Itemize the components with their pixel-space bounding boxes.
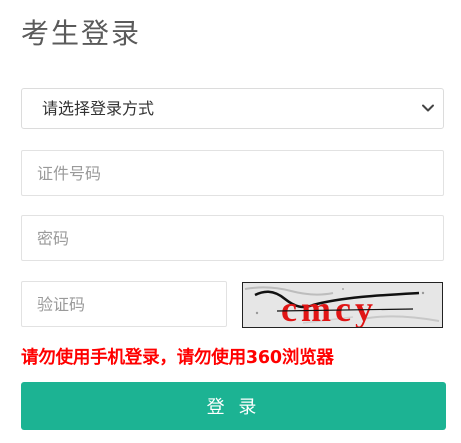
id-number-input[interactable] xyxy=(22,151,443,195)
id-number-field-container xyxy=(21,150,444,196)
captcha-field-container xyxy=(21,281,227,327)
page-title: 考生登录 xyxy=(21,17,142,50)
login-method-select[interactable]: 请选择登录方式 xyxy=(21,88,444,129)
login-button[interactable]: 登 录 xyxy=(21,382,446,430)
login-method-selected-value: 请选择登录方式 xyxy=(42,99,155,118)
captcha-image[interactable]: cmcy xyxy=(242,282,443,328)
chevron-down-icon xyxy=(422,104,434,112)
captcha-graphic: cmcy xyxy=(243,283,442,327)
captcha-input[interactable] xyxy=(22,282,226,326)
warning-message: 请勿使用手机登录，请勿使用360浏览器 xyxy=(21,348,334,368)
password-field-container xyxy=(21,215,444,261)
captcha-text: cmcy xyxy=(281,289,377,327)
password-input[interactable] xyxy=(22,216,443,260)
